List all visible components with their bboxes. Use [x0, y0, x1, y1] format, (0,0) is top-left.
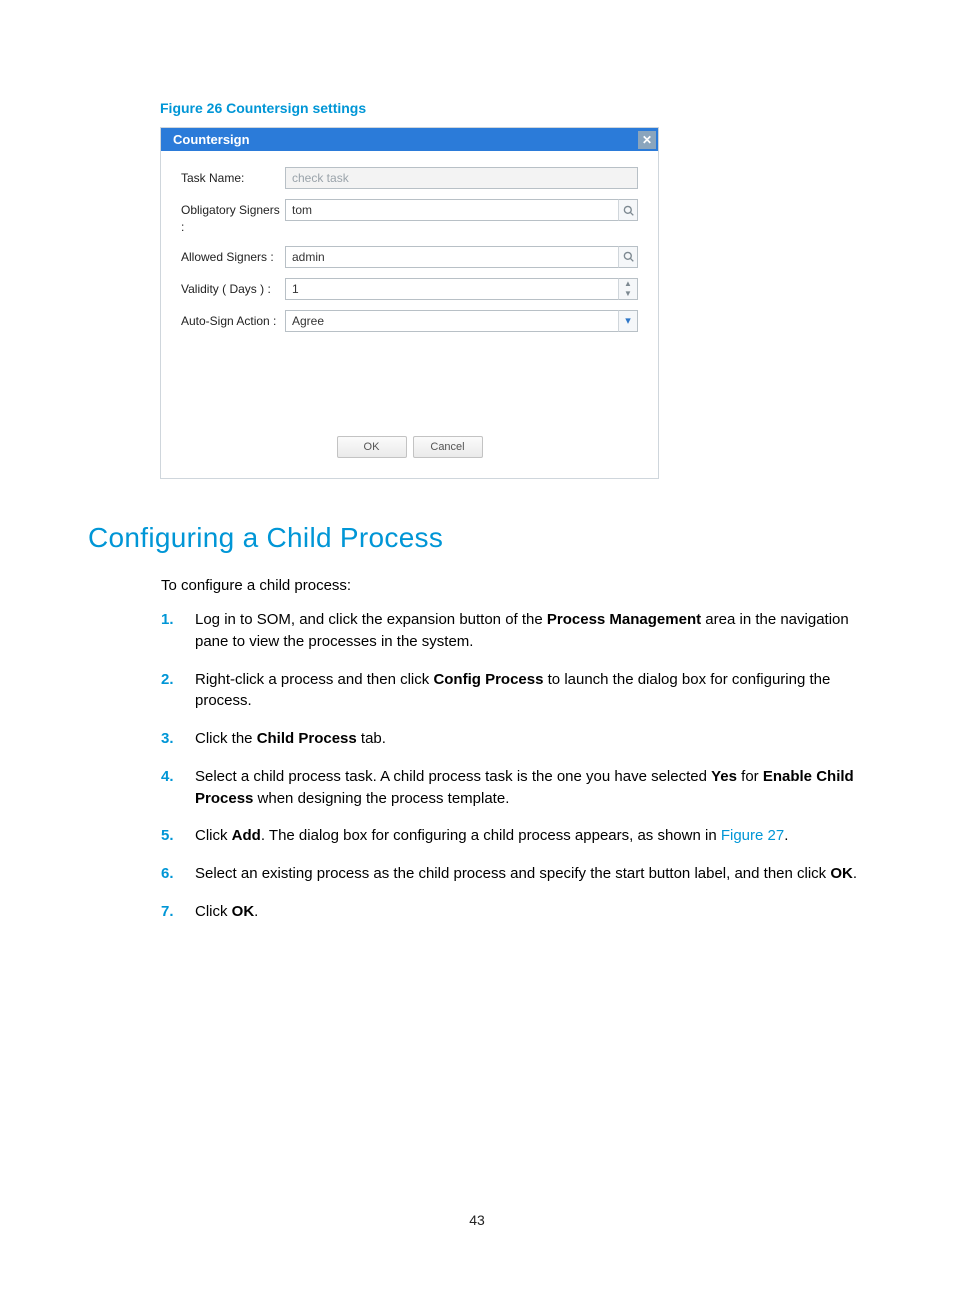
- allowed-signers-label: Allowed Signers :: [181, 246, 285, 266]
- allowed-signers-input[interactable]: [285, 246, 638, 268]
- countersign-dialog: Countersign ✕ Task Name: Obligatory Sign…: [160, 127, 659, 479]
- page-number: 43: [0, 1212, 954, 1228]
- close-icon[interactable]: ✕: [638, 131, 656, 149]
- obligatory-signers-label: Obligatory Signers :: [181, 199, 285, 236]
- step-text: Select a child process task. A child pro…: [195, 766, 866, 810]
- steps-list: 1.Log in to SOM, and click the expansion…: [161, 602, 866, 939]
- step-item: 4.Select a child process task. A child p…: [161, 766, 866, 810]
- search-icon[interactable]: [618, 246, 638, 268]
- chevron-up-icon[interactable]: ▲: [619, 279, 637, 289]
- step-item: 6.Select an existing process as the chil…: [161, 863, 866, 885]
- figure-ref-link[interactable]: Figure 27: [721, 827, 784, 844]
- lead-text: To configure a child process:: [161, 577, 351, 594]
- spinner-icon[interactable]: ▲ ▼: [618, 278, 638, 300]
- ok-button[interactable]: OK: [337, 436, 407, 458]
- chevron-down-icon[interactable]: ▼: [619, 289, 637, 299]
- step-item: 2.Right-click a process and then click C…: [161, 669, 866, 713]
- step-text: Click the Child Process tab.: [195, 728, 866, 750]
- auto-sign-action-label: Auto-Sign Action :: [181, 310, 285, 330]
- dialog-title: Countersign: [173, 132, 250, 147]
- step-number: 7.: [161, 901, 195, 923]
- validity-days-label: Validity ( Days ) :: [181, 278, 285, 298]
- step-number: 1.: [161, 609, 195, 653]
- figure-caption: Figure 26 Countersign settings: [160, 100, 366, 116]
- dialog-title-bar[interactable]: Countersign ✕: [161, 128, 658, 151]
- step-text: Click Add. The dialog box for configurin…: [195, 825, 866, 847]
- step-item: 1.Log in to SOM, and click the expansion…: [161, 609, 866, 653]
- step-number: 6.: [161, 863, 195, 885]
- task-name-input: [285, 167, 638, 189]
- step-text: Right-click a process and then click Con…: [195, 669, 866, 713]
- task-name-label: Task Name:: [181, 167, 285, 187]
- chevron-down-icon[interactable]: ▾: [618, 310, 638, 332]
- step-text: Select an existing process as the child …: [195, 863, 866, 885]
- step-text: Click OK.: [195, 901, 866, 923]
- step-item: 7.Click OK.: [161, 901, 866, 923]
- step-number: 4.: [161, 766, 195, 810]
- search-icon[interactable]: [618, 199, 638, 221]
- obligatory-signers-input[interactable]: [285, 199, 638, 221]
- step-item: 3.Click the Child Process tab.: [161, 728, 866, 750]
- step-item: 5.Click Add. The dialog box for configur…: [161, 825, 866, 847]
- dialog-body: Task Name: Obligatory Signers : A: [161, 151, 658, 478]
- step-text: Log in to SOM, and click the expansion b…: [195, 609, 866, 653]
- step-number: 5.: [161, 825, 195, 847]
- section-heading: Configuring a Child Process: [88, 522, 443, 554]
- auto-sign-action-select[interactable]: [285, 310, 638, 332]
- cancel-button[interactable]: Cancel: [413, 436, 483, 458]
- step-number: 3.: [161, 728, 195, 750]
- validity-days-input[interactable]: [285, 278, 638, 300]
- step-number: 2.: [161, 669, 195, 713]
